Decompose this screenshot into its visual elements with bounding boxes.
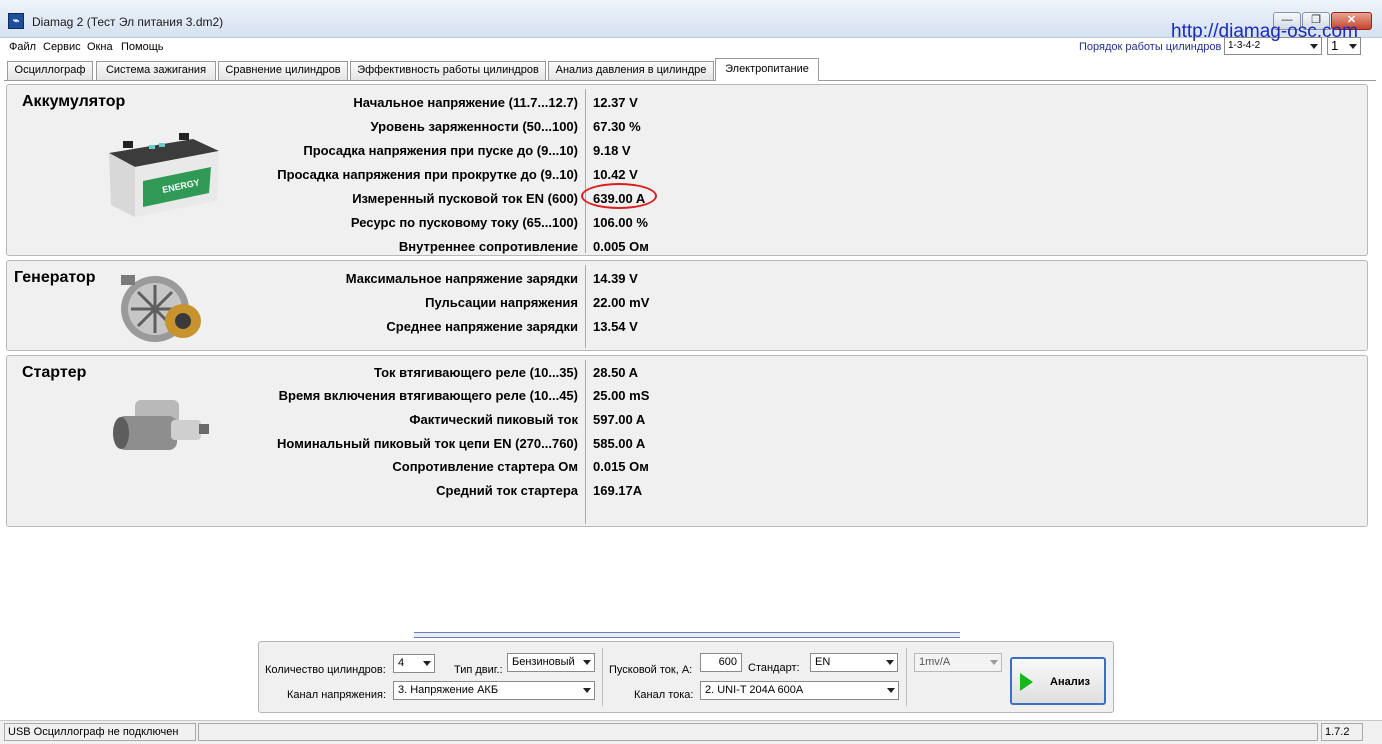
battery-label-resource: Ресурс по пусковому току (65...100) — [350, 215, 578, 230]
status-bar: USB Осциллограф не подключен 1.7.2 — [0, 720, 1382, 744]
generator-value-avg-voltage: 13.54 V — [593, 319, 638, 334]
engine-type-label: Тип двиг.: — [454, 664, 503, 676]
starter-label-relay-time: Время включения втягивающего реле (10...… — [278, 388, 578, 403]
chevron-down-icon — [1349, 44, 1357, 49]
tab-oscilloscope[interactable]: Осциллограф — [7, 61, 93, 80]
voltage-channel-label: Канал напряжения: — [287, 689, 386, 701]
cylinders-label: Количество цилиндров: — [265, 664, 386, 676]
starter-label-relay-current: Ток втягивающего реле (10...35) — [373, 365, 578, 380]
battery-value-internal-resistance: 0.005 Ом — [593, 239, 649, 254]
tab-pressure-analysis[interactable]: Анализ давления в цилиндре — [548, 61, 714, 80]
starter-label-resistance: Сопротивление стартера Ом — [392, 459, 578, 474]
battery-value-charge-level: 67.30 % — [593, 119, 641, 134]
connection-status: USB Осциллограф не подключен — [4, 723, 196, 741]
starter-image — [113, 400, 209, 450]
starter-label-peak-current: Фактический пиковый ток — [409, 412, 578, 427]
analyze-button[interactable]: Анализ — [1010, 657, 1106, 705]
cylinders-select[interactable]: 4 — [393, 654, 435, 673]
battery-label-internal-resistance: Внутреннее сопротивление — [398, 239, 578, 254]
current-channel-select[interactable]: 2. UNI-T 204A 600A — [700, 681, 899, 700]
chevron-down-icon — [990, 660, 998, 665]
battery-image: ENERGY — [109, 133, 219, 217]
starter-value-avg-current: 169.17A — [593, 483, 643, 498]
highlight-ellipse — [581, 183, 657, 209]
chevron-down-icon — [583, 660, 591, 665]
chevron-down-icon — [1310, 44, 1318, 49]
generator-section: Генератор Максимальное напряжение зарядк… — [6, 260, 1368, 351]
battery-value-crank-drop: 10.42 V — [593, 167, 638, 182]
battery-label-measured-current: Измеренный пусковой ток EN (600) — [352, 191, 578, 206]
menu-service[interactable]: Сервис — [43, 41, 81, 53]
battery-title: Аккумулятор — [22, 93, 126, 110]
voltage-channel-value: 3. Напряжение АКБ — [398, 684, 499, 696]
generator-label-ripple: Пульсации напряжения — [425, 295, 578, 310]
tab-cylinder-comparison[interactable]: Сравнение цилиндров — [218, 61, 348, 80]
column-divider — [585, 89, 586, 253]
chevron-down-icon — [423, 661, 431, 666]
starter-title: Стартер — [22, 364, 87, 381]
sensitivity-value: 1mv/A — [919, 656, 951, 668]
status-panel — [198, 723, 1318, 741]
app-icon: ⌁ — [8, 13, 24, 29]
generator-value-ripple: 22.00 mV — [593, 295, 650, 310]
voltage-channel-select[interactable]: 3. Напряжение АКБ — [393, 681, 595, 700]
sensitivity-select: 1mv/A — [914, 653, 1002, 672]
chevron-down-icon — [886, 660, 894, 665]
battery-value-resource: 106.00 % — [593, 215, 648, 230]
starter-value-peak-current: 597.00 A — [593, 412, 646, 427]
generator-title: Генератор — [14, 269, 96, 286]
generator-label-avg-voltage: Среднее напряжение зарядки — [386, 319, 578, 334]
starter-value-relay-time: 25.00 mS — [593, 388, 650, 403]
battery-label-charge-level: Уровень заряженности (50...100) — [370, 119, 578, 134]
battery-label-start-drop: Просадка напряжения при пуске до (9...10… — [303, 143, 578, 158]
starter-value-resistance: 0.015 Ом — [593, 459, 649, 474]
starter-label-avg-current: Средний ток стартера — [436, 483, 578, 498]
starter-value-relay-current: 28.50 A — [593, 365, 639, 380]
current-channel-value: 2. UNI-T 204A 600A — [705, 684, 804, 696]
current-channel-label: Канал тока: — [634, 689, 694, 701]
engine-type-select[interactable]: Бензиновый — [507, 653, 595, 672]
menu-file[interactable]: Файл — [9, 41, 36, 53]
window-title: Diamag 2 (Тест Эл питания 3.dm2) — [32, 15, 224, 29]
group-separator — [602, 648, 603, 706]
analyze-label: Анализ — [1050, 676, 1090, 688]
starter-label-nominal-peak: Номинальный пиковый ток цепи EN (270...7… — [277, 436, 578, 451]
analysis-controls: Количество цилиндров: 4 Тип двиг.: Бензи… — [258, 641, 1114, 713]
starter-value-nominal-peak: 585.00 A — [593, 436, 646, 451]
version-label: 1.7.2 — [1321, 723, 1363, 741]
generator-value-max-voltage: 14.39 V — [593, 271, 638, 286]
group-separator — [906, 648, 907, 706]
standard-select[interactable]: EN — [810, 653, 898, 672]
standard-value: EN — [815, 656, 831, 668]
battery-label-initial-voltage: Начальное напряжение (11.7...12.7) — [353, 95, 578, 110]
play-icon — [1020, 673, 1033, 691]
start-current-input[interactable]: 600 — [700, 653, 742, 672]
menu-windows[interactable]: Окна — [87, 41, 113, 53]
chevron-down-icon — [887, 688, 895, 693]
start-current-label: Пусковой ток, А: — [609, 664, 693, 676]
standard-label: Стандарт: — [748, 662, 800, 674]
panel-splitter[interactable] — [414, 632, 960, 638]
battery-value-initial-voltage: 12.37 V — [593, 95, 638, 110]
column-divider — [585, 265, 586, 348]
battery-value-start-drop: 9.18 V — [593, 143, 631, 158]
battery-label-crank-drop: Просадка напряжения при прокрутке до (9.… — [277, 167, 578, 182]
battery-section: Аккумулятор ENERGY Начальное напряжение … — [6, 84, 1368, 256]
generator-image — [121, 275, 201, 342]
watermark-url: http://diamag-osc.com — [1171, 21, 1358, 42]
tab-power-supply[interactable]: Электропитание — [715, 58, 819, 81]
generator-label-max-voltage: Максимальное напряжение зарядки — [345, 271, 578, 286]
tab-ignition[interactable]: Система зажигания — [96, 61, 216, 80]
cylinders-value: 4 — [398, 657, 405, 669]
starter-section: Стартер Ток втягивающего реле (10...35) … — [6, 355, 1368, 527]
column-divider — [585, 360, 586, 524]
engine-type-value: Бензиновый — [512, 656, 575, 668]
tab-cylinder-efficiency[interactable]: Эффективность работы цилиндров — [350, 61, 546, 80]
chevron-down-icon — [583, 688, 591, 693]
menu-help[interactable]: Помощь — [121, 41, 164, 53]
tab-strip: Осциллограф Система зажигания Сравнение … — [0, 58, 1382, 81]
power-supply-panel: Аккумулятор ENERGY Начальное напряжение … — [4, 80, 1376, 640]
